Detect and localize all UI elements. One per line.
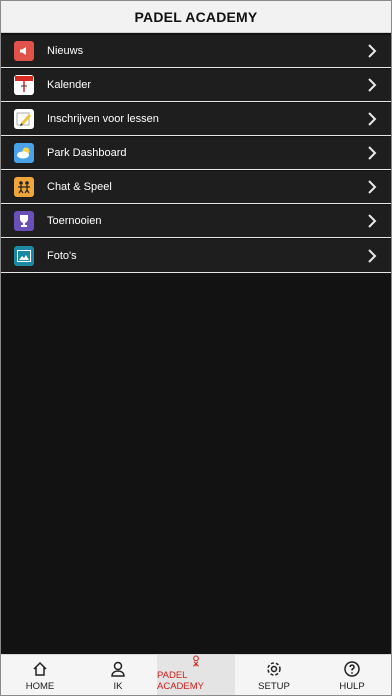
main-menu: Nieuws Kalender Inschrijven voor lessen …: [1, 35, 391, 273]
menu-item-label: Inschrijven voor lessen: [47, 113, 159, 125]
menu-item-label: Toernooien: [47, 215, 102, 227]
players-icon: [14, 177, 34, 197]
tab-label: IK: [113, 681, 123, 692]
tab-label: HULP: [339, 681, 365, 692]
header-bar: PADEL ACADEMY: [1, 1, 391, 33]
gear-icon: [267, 662, 281, 676]
page-title: PADEL ACADEMY: [134, 8, 258, 25]
menu-item-chat-speel[interactable]: Chat & Speel: [1, 171, 391, 204]
chevron-right-icon: [368, 112, 377, 126]
chevron-right-icon: [368, 44, 377, 58]
weather-cloud-icon: [14, 143, 34, 163]
tab-label: PADEL ACADEMY: [157, 670, 204, 692]
home-icon: [33, 661, 47, 676]
tab-ik[interactable]: IK: [79, 655, 157, 695]
help-icon: [344, 661, 360, 677]
tab-setup[interactable]: SETUP: [235, 655, 313, 695]
menu-item-label: Chat & Speel: [47, 181, 112, 193]
calendar-icon: [14, 75, 34, 95]
app-frame: PADEL ACADEMY Nieuws Kalender Inschrijve…: [0, 0, 392, 696]
tab-home[interactable]: HOME: [1, 655, 79, 695]
chevron-right-icon: [368, 146, 377, 160]
tab-hulp[interactable]: HULP: [313, 655, 391, 695]
menu-item-toernooien[interactable]: Toernooien: [1, 205, 391, 238]
padel-player-icon: [192, 655, 200, 667]
bottom-tab-bar: HOME IK PADEL ACADEMY SETUP HULP: [1, 654, 391, 695]
photo-icon: [14, 245, 34, 266]
menu-item-label: Foto's: [47, 249, 77, 262]
tab-padel-academy[interactable]: PADEL ACADEMY: [157, 655, 235, 695]
user-icon: [111, 661, 125, 677]
pencil-form-icon: [14, 109, 34, 129]
menu-item-inschrijven[interactable]: Inschrijven voor lessen: [1, 103, 391, 136]
menu-item-label: Kalender: [47, 79, 92, 91]
chevron-right-icon: [368, 180, 377, 194]
chevron-right-icon: [368, 248, 377, 263]
tab-label: SETUP: [258, 681, 290, 692]
menu-item-nieuws[interactable]: Nieuws: [1, 35, 391, 68]
chevron-right-icon: [368, 214, 377, 228]
tab-label: HOME: [25, 681, 55, 692]
trophy-icon: [14, 211, 34, 231]
menu-item-fotos[interactable]: Foto's: [1, 239, 391, 273]
menu-item-label: Nieuws: [47, 45, 84, 57]
menu-item-label: Park Dashboard: [47, 147, 127, 159]
megaphone-icon: [14, 41, 34, 61]
menu-item-kalender[interactable]: Kalender: [1, 69, 391, 102]
menu-item-park-dashboard[interactable]: Park Dashboard: [1, 137, 391, 170]
chevron-right-icon: [368, 78, 377, 92]
